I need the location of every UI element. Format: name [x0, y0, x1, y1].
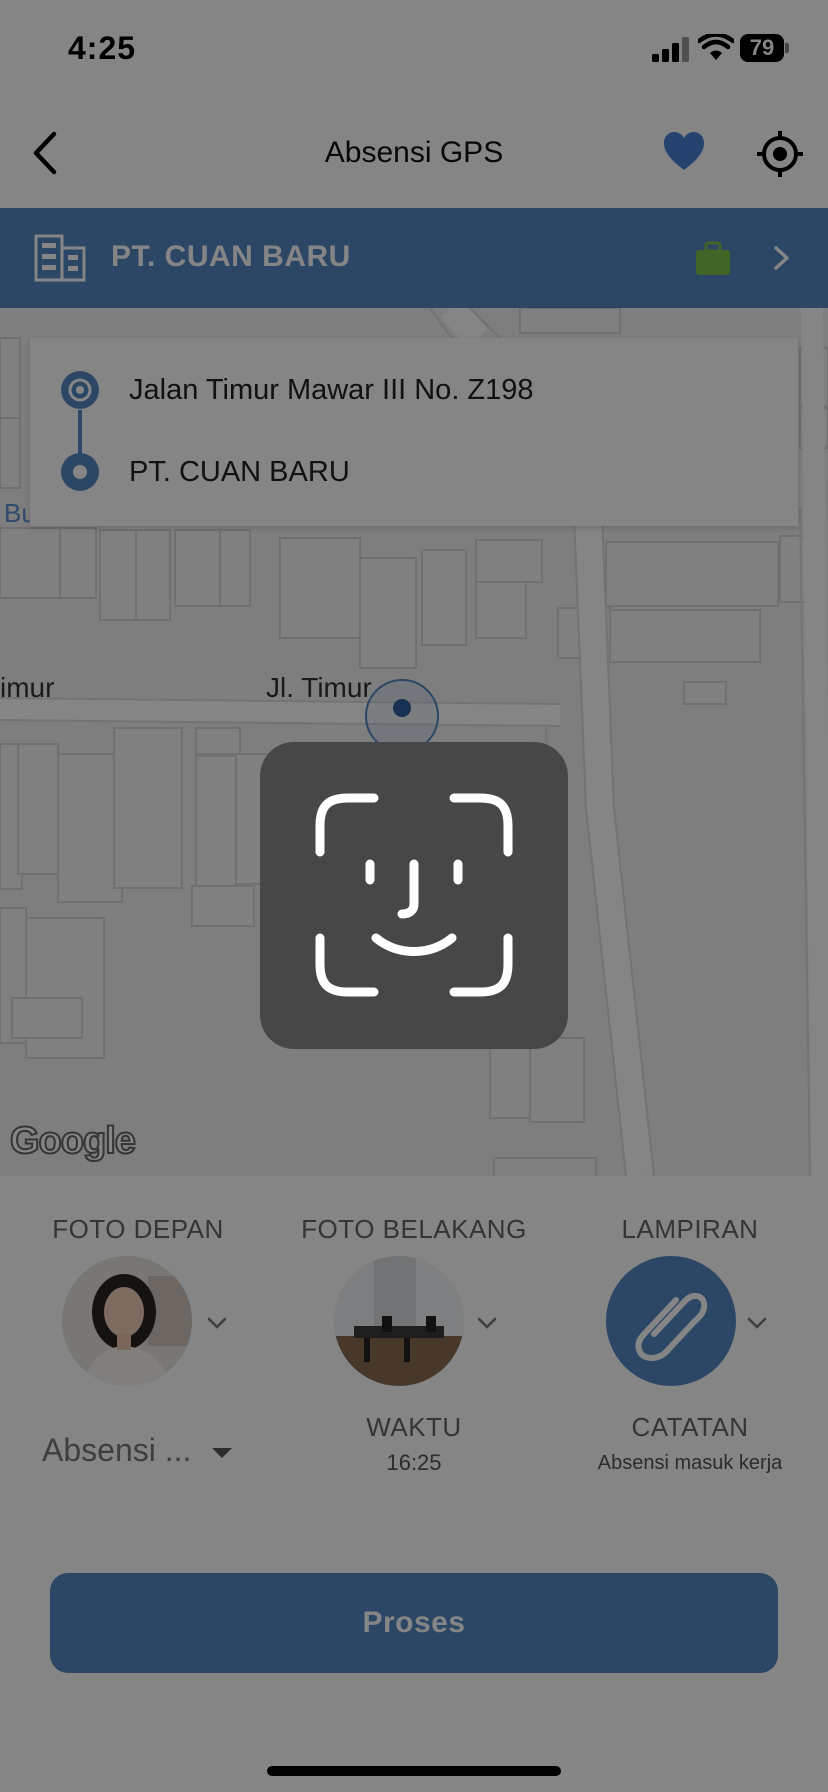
face-id-dialog: [260, 742, 568, 1049]
face-id-icon: [315, 793, 513, 997]
home-indicator[interactable]: [267, 1766, 561, 1776]
